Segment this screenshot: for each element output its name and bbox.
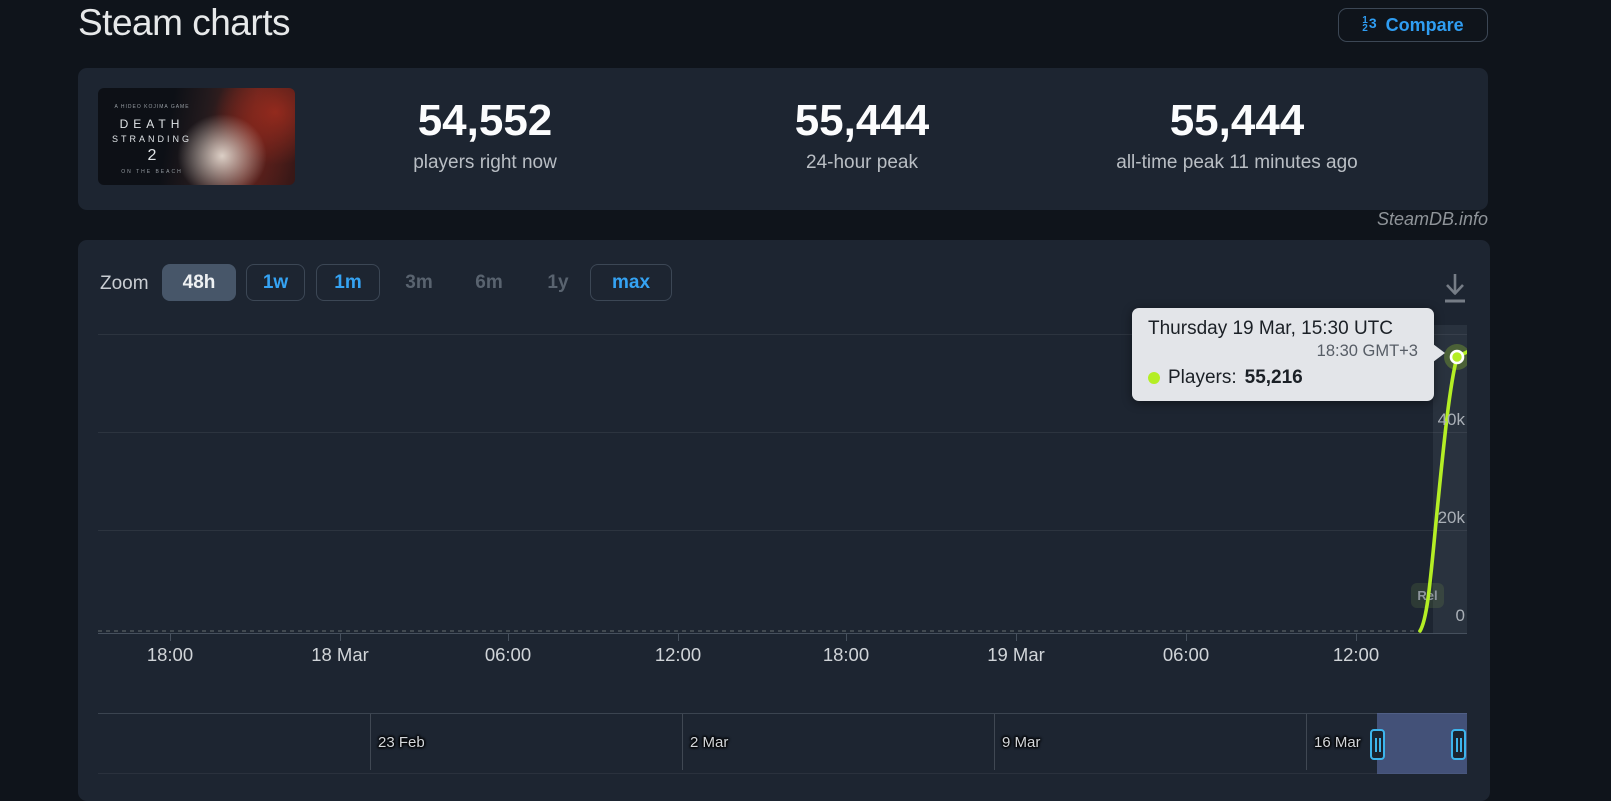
navigator-right-handle[interactable] [1451,729,1466,760]
navigator-tick-label: 23 Feb [378,734,425,751]
range-1w-button[interactable]: 1w [246,264,305,301]
capsule-line: STRANDING [108,134,196,144]
x-tick-label: 06:00 [463,644,553,666]
capsule-line: ON THE BEACH [108,169,196,175]
range-3m-button: 3m [394,264,444,301]
hovered-data-point [1451,351,1463,363]
tooltip-series-label: Players: [1168,367,1237,389]
stat-label: all-time peak 11 minutes ago [1057,152,1417,174]
x-tick-mark [678,634,679,641]
x-tick-label: 19 Mar [971,644,1061,666]
stat-label: 24-hour peak [682,152,1042,174]
y-tick-40k: 40k [1405,410,1465,430]
x-tick-label: 06:00 [1141,644,1231,666]
x-tick-mark [1356,634,1357,641]
series-color-dot-icon [1148,372,1160,384]
range-6m-button: 6m [464,264,514,301]
chart-tooltip: Thursday 19 Mar, 15:30 UTC 18:30 GMT+3 P… [1132,308,1434,401]
navigator-tick-label: 9 Mar [1002,734,1040,751]
x-tick-label: 18:00 [801,644,891,666]
x-tick-mark [170,634,171,641]
stat-label: players right now [305,152,665,174]
navigator-gridline [1306,714,1307,770]
navigator-left-handle[interactable] [1370,729,1385,760]
range-48h-button[interactable]: 48h [162,264,236,301]
navigator-bottom-line [98,773,1467,774]
x-tick-mark [846,634,847,641]
y-tick-0: 0 [1405,606,1465,626]
x-tick-mark [1186,634,1187,641]
chart-panel: Zoom 48h 1w 1m 3m 6m 1y max Rel 40k 20k … [78,240,1490,801]
stat-value: 55,444 [682,96,1042,146]
capsule-line: DEATH [108,117,196,131]
download-icon [1438,270,1472,308]
digit-2: 2 [1362,25,1368,33]
x-tick-label: 18 Mar [295,644,385,666]
steamdb-watermark: SteamDB.info [1188,209,1488,230]
stat-24h-peak: 55,444 24-hour peak [682,96,1042,174]
x-axis-line [98,633,1467,634]
range-1m-button[interactable]: 1m [316,264,380,301]
navigator-top-line [98,713,1467,714]
navigator-gridline [682,714,683,770]
compare-button[interactable]: 1 2 3 Compare [1338,8,1488,42]
x-tick-label: 18:00 [125,644,215,666]
stat-current-players: 54,552 players right now [305,96,665,174]
game-capsule-image: A HIDEO KOJIMA GAME DEATH STRANDING 2 ON… [98,88,295,185]
digit-3: 3 [1369,16,1377,30]
range-1y-button: 1y [536,264,580,301]
stat-value: 55,444 [1057,96,1417,146]
navigator-tick-label: 16 Mar [1314,734,1361,751]
compare-123-icon: 1 2 3 [1362,17,1376,33]
x-tick-label: 12:00 [1311,644,1401,666]
stat-value: 54,552 [305,96,665,146]
stats-panel: A HIDEO KOJIMA GAME DEATH STRANDING 2 ON… [78,68,1488,210]
tooltip-localtime: 18:30 GMT+3 [1148,342,1418,361]
stat-alltime-peak: 55,444 all-time peak 11 minutes ago [1057,96,1417,174]
zoom-label: Zoom [100,273,149,295]
x-tick-label: 12:00 [633,644,723,666]
compare-button-label: Compare [1386,15,1464,36]
x-tick-mark [340,634,341,641]
range-max-button[interactable]: max [590,264,672,301]
navigator-gridline [994,714,995,770]
tooltip-players-value: 55,216 [1245,367,1303,389]
game-capsule-text: A HIDEO KOJIMA GAME DEATH STRANDING 2 ON… [108,104,196,175]
download-chart-button[interactable] [1438,270,1472,308]
navigator-gridline [370,714,371,770]
x-tick-mark [1016,634,1017,641]
capsule-line: 2 [108,147,196,165]
page-title: Steam charts [78,2,290,44]
tooltip-datetime: Thursday 19 Mar, 15:30 UTC [1148,318,1418,340]
capsule-line: A HIDEO KOJIMA GAME [108,104,196,110]
y-tick-20k: 20k [1405,508,1465,528]
x-tick-mark [508,634,509,641]
navigator-tick-label: 2 Mar [690,734,728,751]
